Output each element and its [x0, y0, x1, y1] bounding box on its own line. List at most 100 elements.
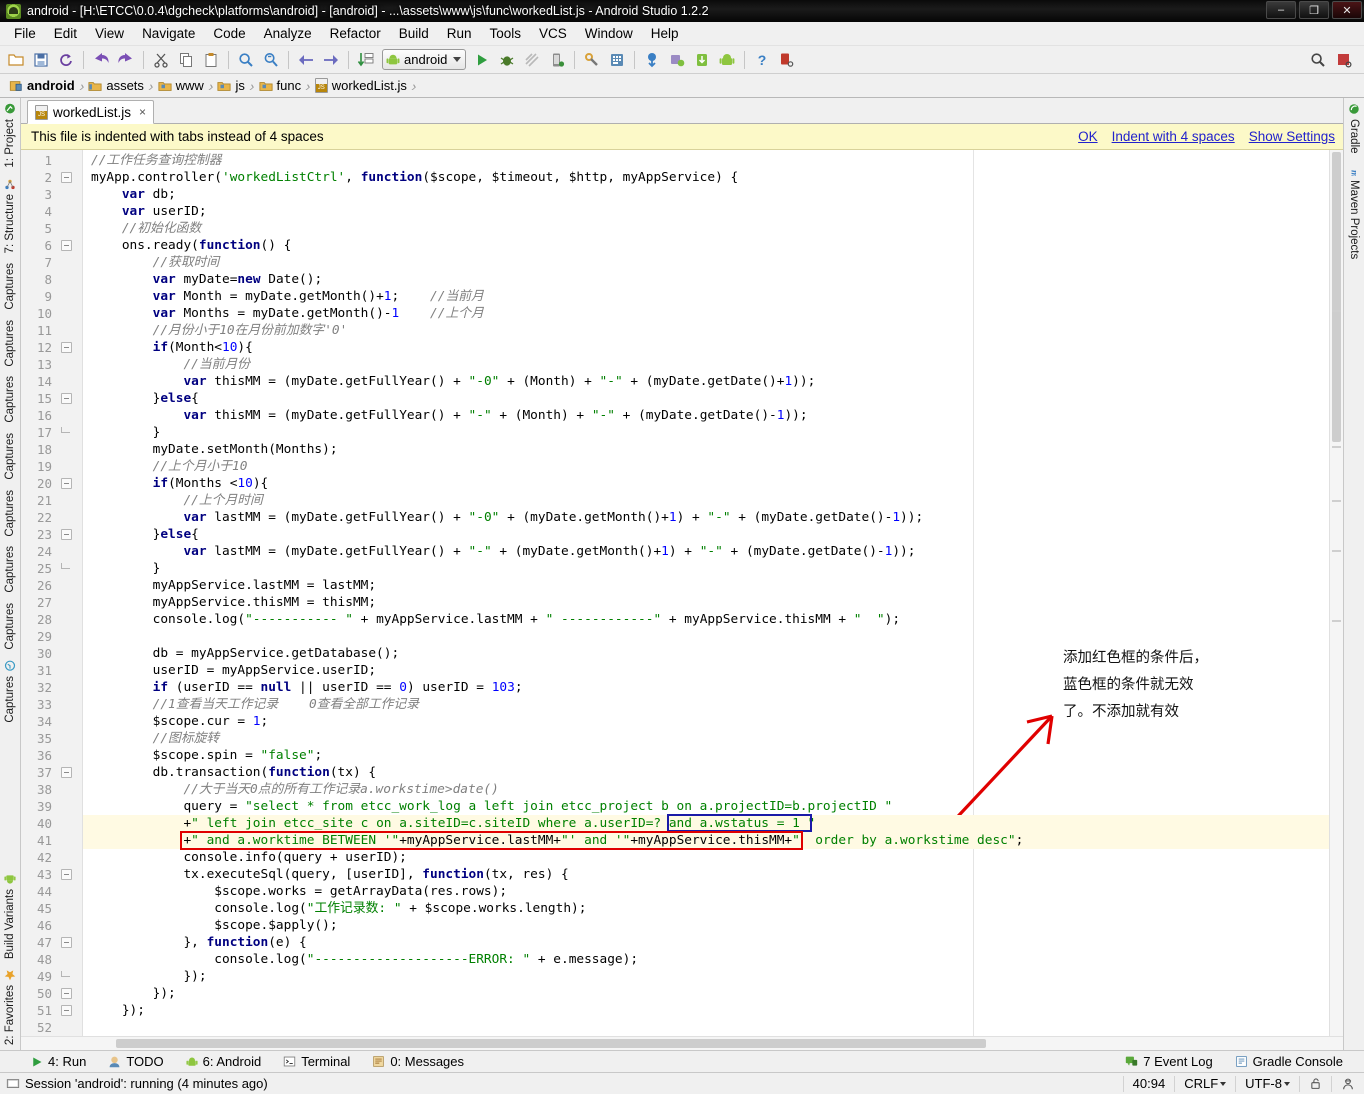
sidebar-item-maven-projects[interactable]: m Maven Projects — [1346, 159, 1362, 264]
attach-debugger-icon[interactable] — [545, 48, 569, 72]
editor-vertical-scrollbar[interactable] — [1329, 150, 1343, 1036]
code-line[interactable]: var thisMM = (myDate.getFullYear() + "-"… — [83, 407, 1329, 424]
code-line[interactable]: $scope.spin = "false"; — [83, 747, 1329, 764]
code-line[interactable]: //当前月份 — [83, 356, 1329, 373]
save-all-icon[interactable] — [29, 48, 53, 72]
editor-gutter[interactable]: 1 2 3 4 5 6 7 8 9 10 11 12 13 14 15 16 17 18 19 20 21 22 23 24 2… — [21, 150, 83, 1036]
fold-toggle-icon[interactable] — [61, 767, 72, 778]
tab-workedlist-js[interactable]: workedList.js × — [27, 100, 155, 124]
code-line[interactable]: tx.executeSql(query, [userID], function(… — [83, 866, 1329, 883]
sidebar-item-project[interactable]: 1: Project — [2, 98, 18, 173]
menu-navigate[interactable]: Navigate — [134, 23, 203, 44]
code-line[interactable] — [83, 1019, 1329, 1036]
code-line[interactable]: var lastMM = (myDate.getFullYear() + "-0… — [83, 509, 1329, 526]
find-icon[interactable] — [234, 48, 258, 72]
code-line[interactable]: }else{ — [83, 526, 1329, 543]
notification-indent-link[interactable]: Indent with 4 spaces — [1112, 129, 1235, 144]
code-line[interactable]: myAppService.thisMM = thisMM; — [83, 594, 1329, 611]
menu-window[interactable]: Window — [577, 23, 641, 44]
toolwindow-run[interactable]: 4: Run — [20, 1052, 97, 1071]
code-line[interactable] — [83, 628, 1329, 645]
redo-icon[interactable] — [114, 48, 138, 72]
sidebar-item-captures-3[interactable]: Captures — [2, 371, 18, 428]
hector-icon[interactable] — [1331, 1075, 1364, 1092]
sidebar-item-gradle[interactable]: Gradle — [1346, 98, 1362, 159]
code-line[interactable]: console.log("工作记录数: " + $scope.works.len… — [83, 900, 1329, 917]
fold-toggle-icon[interactable] — [61, 393, 72, 404]
replace-icon[interactable] — [259, 48, 283, 72]
code-line[interactable]: var userID; — [83, 203, 1329, 220]
code-line[interactable]: }else{ — [83, 390, 1329, 407]
menu-analyze[interactable]: Analyze — [256, 23, 320, 44]
caret-position[interactable]: 40:94 — [1122, 1075, 1175, 1092]
fold-toggle-icon[interactable] — [61, 478, 72, 489]
toolwindow-gradle-console[interactable]: Gradle Console — [1224, 1052, 1354, 1071]
code-line[interactable]: if (userID == null || userID == 0) userI… — [83, 679, 1329, 696]
breadcrumb-item-www[interactable]: www — [155, 77, 208, 94]
debug-button[interactable] — [495, 48, 519, 72]
code-text-area[interactable]: 添加红色框的条件后， 蓝色框的条件就无效 了。不添加就有效 //工作任务查询控制… — [83, 150, 1329, 1036]
code-line[interactable]: }); — [83, 1002, 1329, 1019]
code-line[interactable]: //1查看当天工作记录 0查看全部工作记录 — [83, 696, 1329, 713]
restore-button[interactable]: ❐ — [1299, 1, 1329, 19]
paste-icon[interactable] — [199, 48, 223, 72]
line-separator-selector[interactable]: CRLF — [1174, 1075, 1235, 1092]
back-icon[interactable] — [294, 48, 318, 72]
code-line[interactable]: }, function(e) { — [83, 934, 1329, 951]
fold-toggle-icon[interactable] — [61, 529, 72, 540]
toolwindow-todo[interactable]: TODO — [97, 1052, 174, 1071]
close-icon[interactable]: × — [139, 105, 146, 119]
toolwindow-android[interactable]: 6: Android — [175, 1052, 273, 1071]
scrollbar-thumb[interactable] — [1332, 152, 1341, 442]
menu-build[interactable]: Build — [391, 23, 437, 44]
fold-toggle-icon[interactable] — [61, 342, 72, 353]
toolwindow-event-log[interactable]: 7 Event Log — [1114, 1052, 1223, 1071]
code-line[interactable]: ons.ready(function() { — [83, 237, 1329, 254]
fold-toggle-icon[interactable] — [61, 869, 72, 880]
code-line[interactable]: var db; — [83, 186, 1329, 203]
fold-toggle-icon[interactable] — [61, 563, 72, 574]
avd-manager-icon[interactable] — [605, 48, 629, 72]
code-line[interactable]: var thisMM = (myDate.getFullYear() + "-0… — [83, 373, 1329, 390]
code-line[interactable]: var myDate=new Date(); — [83, 271, 1329, 288]
fold-toggle-icon[interactable] — [61, 1005, 72, 1016]
code-line[interactable]: //月份小于10在月份前加数字'0' — [83, 322, 1329, 339]
code-line[interactable]: //获取时间 — [83, 254, 1329, 271]
sidebar-item-captures-4[interactable]: Captures — [2, 428, 18, 485]
help-icon[interactable]: ? — [750, 48, 774, 72]
device-monitor-icon[interactable] — [775, 48, 799, 72]
code-line[interactable]: //上个月时间 — [83, 492, 1329, 509]
menu-file[interactable]: File — [6, 23, 44, 44]
vcs-update-icon[interactable] — [640, 48, 664, 72]
breadcrumb-item-android[interactable]: android — [6, 77, 79, 94]
sidebar-item-captures-6[interactable]: Captures — [2, 541, 18, 598]
code-line[interactable]: var Months = myDate.getMonth()-1 //上个月 — [83, 305, 1329, 322]
android-tools-icon[interactable] — [715, 48, 739, 72]
sidebar-item-captures-1[interactable]: Captures — [2, 258, 18, 315]
code-line[interactable]: userID = myAppService.userID; — [83, 662, 1329, 679]
code-line[interactable]: myDate.setMonth(Months); — [83, 441, 1329, 458]
code-line[interactable]: $scope.cur = 1; — [83, 713, 1329, 730]
menu-vcs[interactable]: VCS — [531, 23, 575, 44]
unlocked-icon[interactable] — [1299, 1075, 1331, 1092]
code-line[interactable]: +" and a.worktime BETWEEN '"+myAppServic… — [83, 832, 1329, 849]
code-line[interactable]: var Month = myDate.getMonth()+1; //当前月 — [83, 288, 1329, 305]
open-folder-icon[interactable] — [4, 48, 28, 72]
code-line[interactable]: //初始化函数 — [83, 220, 1329, 237]
breadcrumb-item-func[interactable]: func — [256, 77, 306, 94]
code-line[interactable]: //上个月小于10 — [83, 458, 1329, 475]
sync-icon[interactable] — [54, 48, 78, 72]
menu-tools[interactable]: Tools — [482, 23, 530, 44]
menu-help[interactable]: Help — [643, 23, 687, 44]
toolwindow-terminal[interactable]: Terminal — [272, 1052, 361, 1071]
sidebar-item-captures-7[interactable]: Captures — [2, 598, 18, 655]
fold-toggle-icon[interactable] — [61, 988, 72, 999]
sidebar-item-captures-8[interactable]: Captures — [2, 655, 18, 728]
menu-view[interactable]: View — [87, 23, 132, 44]
sidebar-item-structure[interactable]: 7: Structure — [2, 173, 18, 258]
sidebar-item-favorites[interactable]: 2: Favorites — [2, 964, 18, 1050]
copy-icon[interactable] — [174, 48, 198, 72]
encoding-selector[interactable]: UTF-8 — [1235, 1075, 1299, 1092]
code-line[interactable]: console.log("----------- " + myAppServic… — [83, 611, 1329, 628]
scrollbar-thumb[interactable] — [116, 1039, 986, 1048]
